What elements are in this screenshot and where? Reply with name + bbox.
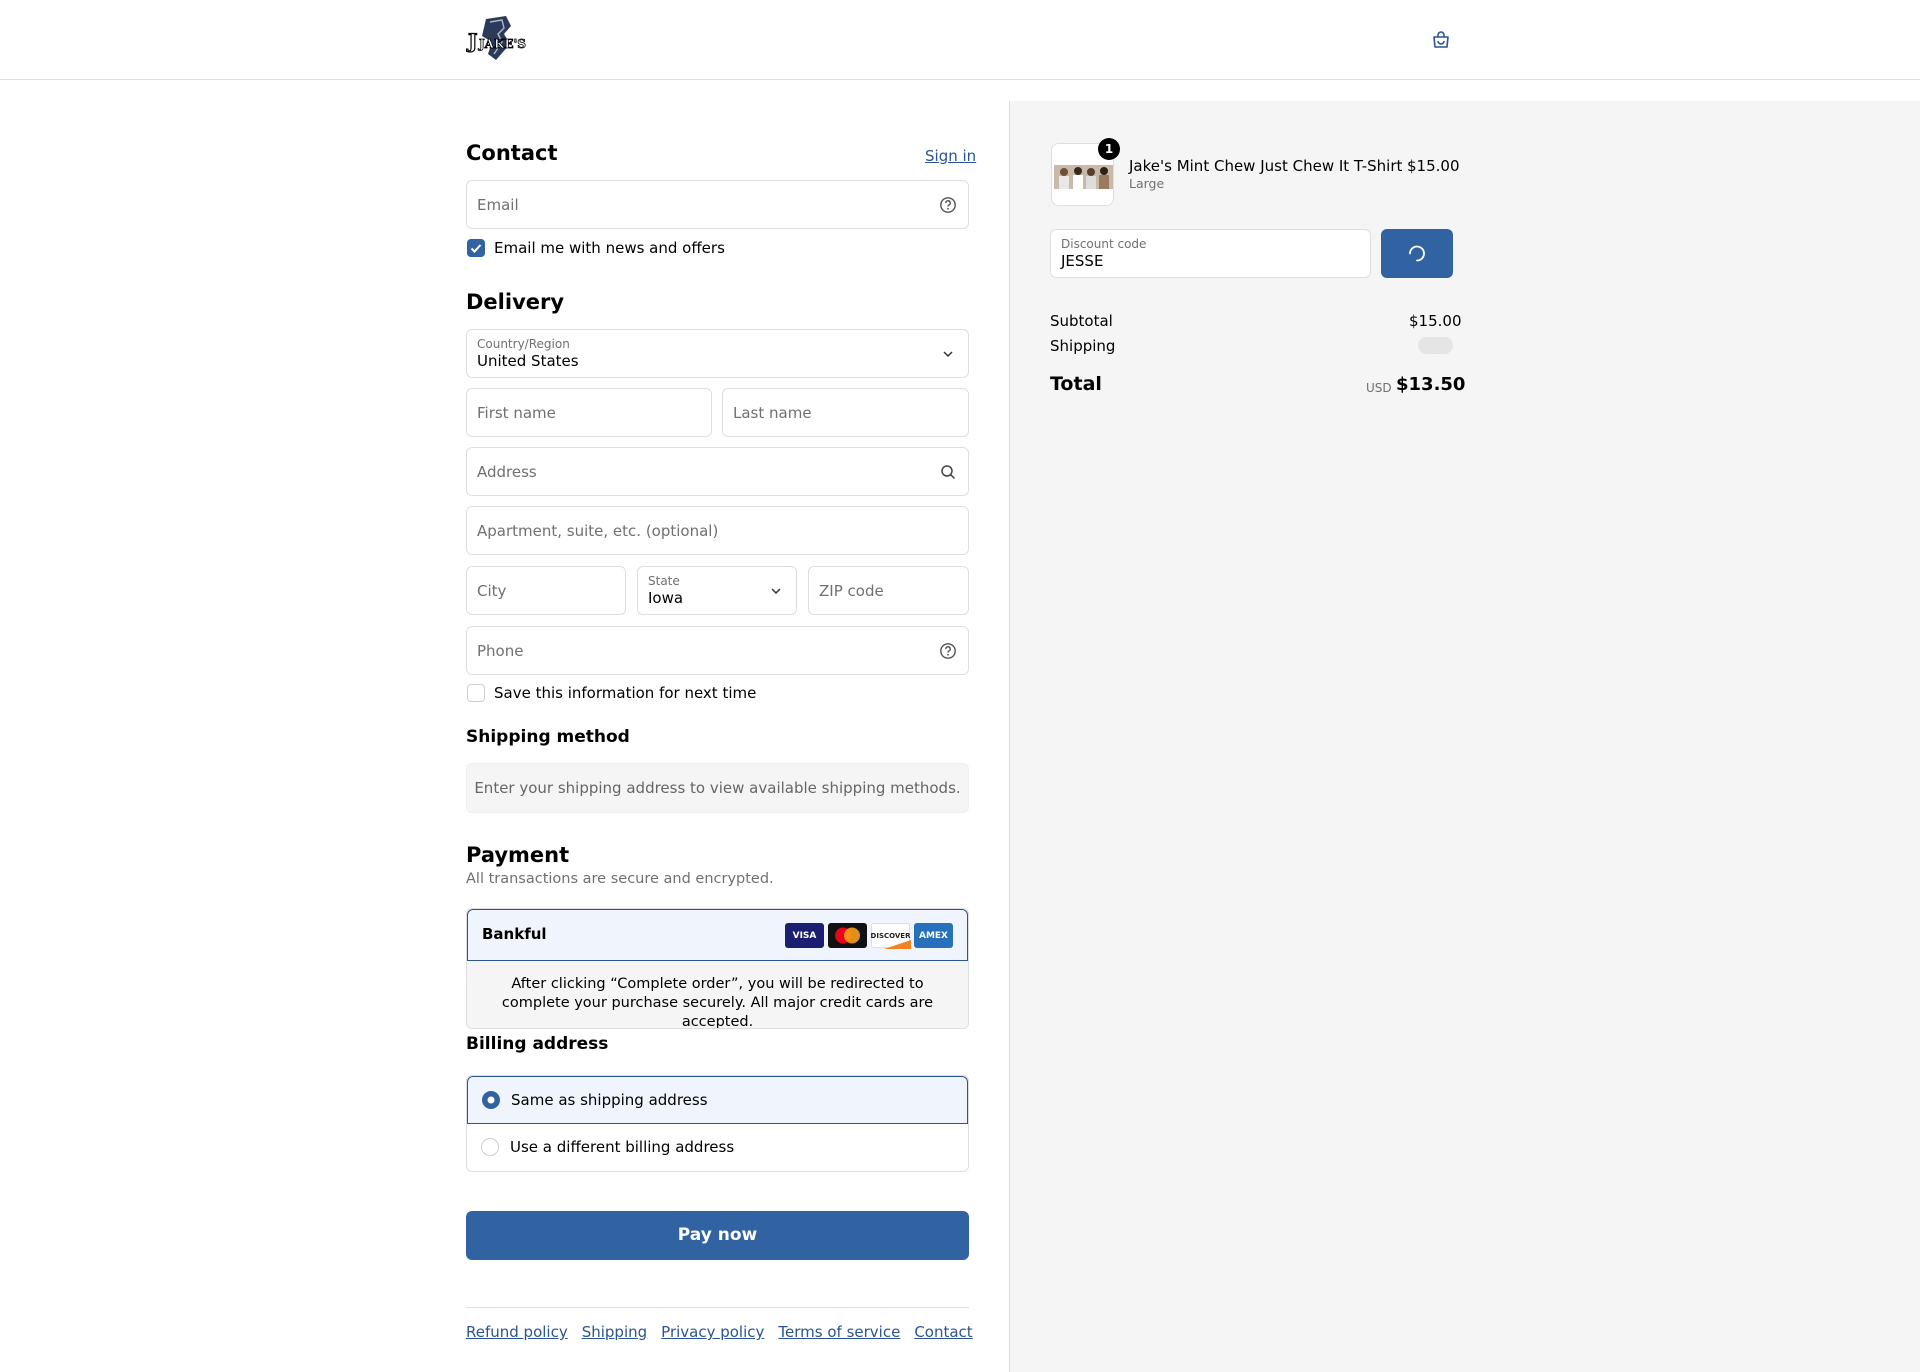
privacy-policy-link[interactable]: Privacy policy: [661, 1323, 764, 1341]
terms-of-service-link[interactable]: Terms of service: [778, 1323, 900, 1341]
shipping-link[interactable]: Shipping: [582, 1323, 647, 1341]
amex-icon: AMEX: [914, 923, 953, 948]
email-field[interactable]: Email: [466, 180, 969, 229]
last-name-field[interactable]: Last name: [722, 388, 969, 437]
payment-subtitle: All transactions are secure and encrypte…: [466, 871, 774, 887]
last-name-placeholder: Last name: [733, 403, 812, 422]
help-circle-icon[interactable]: [939, 642, 957, 660]
chevron-down-icon: [939, 345, 957, 363]
billing-option-label: Use a different billing address: [510, 1138, 735, 1156]
billing-option-label: Same as shipping address: [511, 1091, 708, 1109]
contact-link[interactable]: Contact: [914, 1323, 972, 1341]
payment-method-box: Bankful VISA DISCOVER AMEX After clickin…: [466, 908, 969, 1029]
total-label: Total: [1050, 373, 1102, 395]
address-field[interactable]: Address: [466, 447, 969, 496]
country-value: United States: [477, 352, 579, 370]
quantity-badge: 1: [1098, 138, 1120, 160]
save-info-checkbox[interactable]: [467, 684, 485, 702]
email-placeholder: Email: [477, 195, 519, 214]
product-name: Jake's Mint Chew Just Chew It T-Shirt: [1129, 157, 1403, 175]
visa-icon: VISA: [785, 923, 824, 948]
shipping-loading-placeholder: [1418, 337, 1453, 354]
discount-label: Discount code: [1061, 237, 1147, 251]
store-logo[interactable]: J JAKE'S: [465, 14, 526, 64]
shopping-bag-icon[interactable]: [1431, 30, 1451, 50]
product-price: $15.00: [1407, 157, 1460, 175]
news-checkbox[interactable]: [467, 239, 485, 257]
payment-provider-row[interactable]: Bankful VISA DISCOVER AMEX: [467, 909, 968, 961]
help-circle-icon[interactable]: [939, 196, 957, 214]
subtotal-value: $15.00: [1409, 312, 1462, 330]
phone-field[interactable]: Phone: [466, 626, 969, 675]
payment-redirect-message: After clicking “Complete order”, you wil…: [467, 961, 968, 1028]
chevron-down-icon: [767, 582, 785, 600]
state-value: Iowa: [648, 589, 684, 607]
shipping-method-title: Shipping method: [466, 727, 630, 747]
header: J JAKE'S: [0, 0, 1920, 80]
city-field[interactable]: City: [466, 566, 626, 615]
shipping-method-message: Enter your shipping address to view avai…: [466, 763, 969, 813]
subtotal-label: Subtotal: [1050, 312, 1113, 330]
first-name-field[interactable]: First name: [466, 388, 712, 437]
search-icon: [939, 463, 957, 481]
billing-title: Billing address: [466, 1034, 609, 1054]
product-variant: Large: [1129, 176, 1165, 191]
zip-field[interactable]: ZIP code: [808, 566, 969, 615]
loading-spinner-icon: [1409, 245, 1425, 262]
state-select[interactable]: State Iowa: [637, 566, 797, 615]
radio-unselected[interactable]: [481, 1138, 499, 1156]
news-label: Email me with news and offers: [494, 239, 725, 257]
total-value: $13.50: [1396, 374, 1466, 395]
checkmark-icon: [470, 244, 482, 253]
state-label: State: [648, 574, 680, 588]
mastercard-icon: [828, 923, 867, 948]
apply-discount-button[interactable]: [1381, 229, 1453, 278]
pay-now-button[interactable]: Pay now: [466, 1211, 969, 1260]
order-summary-panel: [1009, 101, 1920, 1372]
payment-title: Payment: [466, 843, 570, 867]
card-logos: VISA DISCOVER AMEX: [785, 923, 953, 949]
save-info-label: Save this information for next time: [494, 684, 757, 702]
total-currency: USD: [1366, 381, 1392, 395]
billing-options: Same as shipping address Use a different…: [466, 1075, 969, 1172]
footer-divider: [466, 1307, 969, 1308]
zip-placeholder: ZIP code: [819, 581, 884, 600]
shipping-label: Shipping: [1050, 337, 1116, 355]
apartment-placeholder: Apartment, suite, etc. (optional): [477, 521, 719, 540]
phone-placeholder: Phone: [477, 641, 524, 660]
address-placeholder: Address: [477, 462, 537, 481]
country-select[interactable]: Country/Region United States: [466, 329, 969, 378]
first-name-placeholder: First name: [477, 403, 556, 422]
sign-in-link[interactable]: Sign in: [925, 147, 976, 165]
svg-text:J: J: [466, 29, 477, 53]
refund-policy-link[interactable]: Refund policy: [466, 1323, 568, 1341]
billing-option-different[interactable]: Use a different billing address: [467, 1124, 968, 1171]
footer-links: Refund policy Shipping Privacy policy Te…: [466, 1323, 973, 1341]
discount-value: JESSE: [1061, 252, 1104, 270]
discover-icon: DISCOVER: [871, 923, 911, 949]
delivery-title: Delivery: [466, 290, 565, 314]
contact-title: Contact: [466, 141, 558, 165]
billing-option-same[interactable]: Same as shipping address: [467, 1076, 968, 1124]
discount-code-field[interactable]: Discount code JESSE: [1050, 229, 1371, 278]
apartment-field[interactable]: Apartment, suite, etc. (optional): [466, 506, 969, 555]
city-placeholder: City: [477, 581, 507, 600]
logo-text: JAKE'S: [478, 37, 526, 51]
country-label: Country/Region: [477, 337, 570, 351]
radio-selected[interactable]: [482, 1091, 500, 1109]
payment-provider-name: Bankful: [482, 925, 547, 943]
